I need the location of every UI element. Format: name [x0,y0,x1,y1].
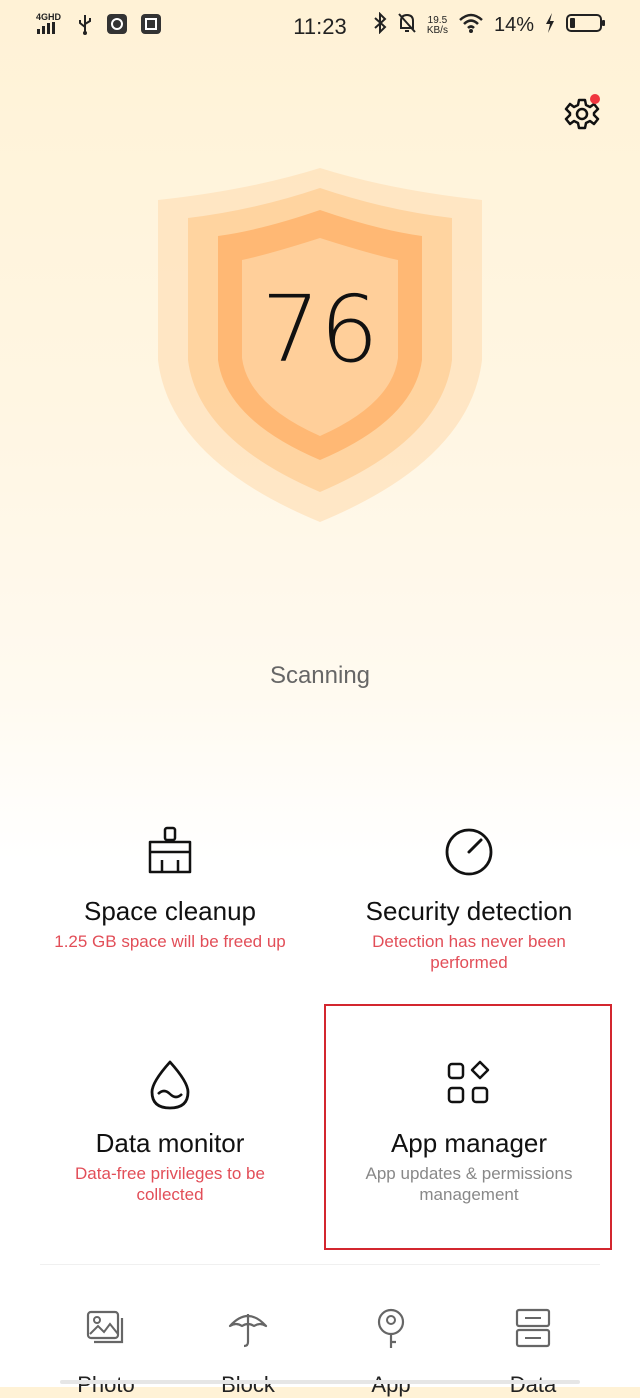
broom-icon [140,822,200,882]
gauge-icon [439,822,499,882]
security-score: 76 [261,276,379,383]
photo-icon [84,1306,128,1350]
network-speed-unit: KB/s [426,24,448,36]
status-bar: 4GHD 11:23 19.5 KB/s 14% [0,0,640,52]
mute-icon [397,12,417,39]
data-storage-icon [511,1306,555,1350]
tool-label: Block [221,1372,275,1397]
divider [40,1264,600,1265]
card-desc: 1.25 GB space will be freed up [54,932,286,951]
data-tool[interactable]: Data [473,1306,593,1398]
photo-tool[interactable]: Photo [46,1306,166,1398]
card-title: Security detection [365,896,573,926]
bluetooth-icon [373,11,387,39]
network-speed-value: 19.5 [427,14,448,26]
card-title: Space cleanup [83,896,257,926]
card-desc: Data-free privileges to be collected [75,1164,265,1204]
scan-status: Scanning [269,662,371,689]
battery-icon [566,13,606,38]
highlight-box [324,1004,612,1250]
network-speed: 19.5 KB/s [426,14,448,36]
tool-label: Photo [77,1372,135,1397]
tool-label: Data [509,1372,557,1397]
settings-button[interactable] [562,94,602,134]
battery-percent: 14% [493,14,534,36]
umbrella-icon [226,1306,270,1350]
space-cleanup-card[interactable]: Space cleanup 1.25 GB space will be free… [25,822,315,952]
bottom-scroll-track [60,1380,580,1384]
block-tool[interactable]: Block [188,1306,308,1398]
security-detection-card[interactable]: Security detection Detection has never b… [324,822,614,973]
status-right: 19.5 KB/s 14% [373,11,606,39]
wifi-icon [458,12,484,39]
data-monitor-card[interactable]: Data monitor Data-free privileges to be … [25,1054,315,1205]
tool-label: App [371,1372,411,1397]
notification-dot [590,94,600,104]
water-drop-icon [140,1054,200,1114]
card-title: Data monitor [95,1128,245,1158]
app-lock-icon [369,1306,413,1350]
card-desc: Detection has never been performed [372,932,566,972]
charging-icon [544,12,556,39]
app-tool[interactable]: App [331,1306,451,1398]
